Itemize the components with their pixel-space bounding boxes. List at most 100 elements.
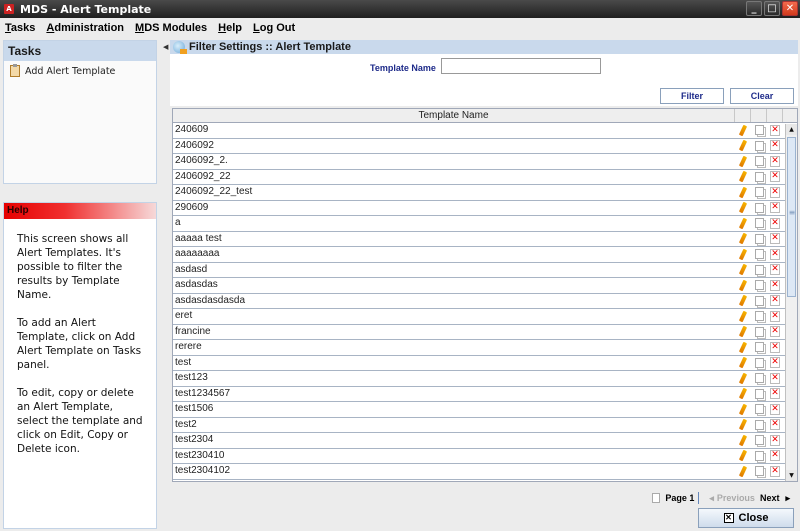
copy-button[interactable] (751, 356, 767, 371)
delete-button[interactable]: ✕ (767, 232, 783, 247)
table-row[interactable]: test2 ✕ (173, 418, 797, 433)
edit-button[interactable] (735, 263, 751, 278)
delete-button[interactable]: ✕ (767, 340, 783, 355)
table-row[interactable]: test230410 ✕ (173, 449, 797, 464)
copy-button[interactable] (751, 387, 767, 402)
edit-button[interactable] (735, 387, 751, 402)
collapse-sidebar-icon[interactable]: ◀ (163, 43, 168, 51)
edit-button[interactable] (735, 232, 751, 247)
table-row[interactable]: 240609 ✕ (173, 123, 797, 139)
table-row[interactable]: test2304102 ✕ (173, 464, 797, 480)
delete-button[interactable]: ✕ (767, 371, 783, 386)
delete-button[interactable]: ✕ (767, 216, 783, 231)
delete-button[interactable]: ✕ (767, 449, 783, 464)
copy-button[interactable] (751, 247, 767, 262)
table-row[interactable]: test ✕ (173, 356, 797, 371)
delete-button[interactable]: ✕ (767, 170, 783, 185)
edit-button[interactable] (735, 294, 751, 309)
copy-button[interactable] (751, 201, 767, 216)
table-row[interactable]: 2406092_22 ✕ (173, 170, 797, 185)
table-row[interactable]: 2406092_2. ✕ (173, 154, 797, 170)
edit-button[interactable] (735, 185, 751, 200)
delete-button[interactable]: ✕ (767, 480, 783, 482)
delete-button[interactable]: ✕ (767, 123, 783, 138)
table-row[interactable]: 290609 ✕ (173, 201, 797, 216)
table-row[interactable]: rerere ✕ (173, 340, 797, 356)
table-row[interactable]: test2304 ✕ (173, 433, 797, 449)
delete-button[interactable]: ✕ (767, 387, 783, 402)
edit-button[interactable] (735, 340, 751, 355)
table-row[interactable]: test1234567 ✕ (173, 387, 797, 402)
edit-button[interactable] (735, 247, 751, 262)
table-row[interactable]: eret ✕ (173, 309, 797, 325)
edit-button[interactable] (735, 309, 751, 324)
clear-button[interactable]: Clear (730, 88, 794, 104)
edit-button[interactable] (735, 325, 751, 340)
delete-button[interactable]: ✕ (767, 325, 783, 340)
next-arrow-icon[interactable]: ▸ (785, 493, 790, 504)
template-name-input[interactable] (441, 58, 601, 74)
previous-link[interactable]: Previous (717, 493, 755, 503)
copy-button[interactable] (751, 433, 767, 448)
edit-button[interactable] (735, 402, 751, 417)
copy-button[interactable] (751, 278, 767, 293)
edit-button[interactable] (735, 449, 751, 464)
scroll-thumb[interactable] (787, 137, 796, 297)
table-row[interactable]: test1506 ✕ (173, 402, 797, 418)
copy-button[interactable] (751, 154, 767, 169)
delete-button[interactable]: ✕ (767, 278, 783, 293)
delete-button[interactable]: ✕ (767, 464, 783, 479)
scroll-down-icon[interactable]: ▼ (786, 470, 797, 481)
table-row[interactable]: a ✕ (173, 216, 797, 232)
copy-button[interactable] (751, 480, 767, 482)
edit-button[interactable] (735, 216, 751, 231)
close-button[interactable]: ✕ Close (698, 508, 794, 528)
edit-button[interactable] (735, 278, 751, 293)
minimize-button[interactable]: _ (746, 1, 762, 16)
table-scrollbar[interactable]: ▲ ▼ (785, 124, 797, 481)
copy-button[interactable] (751, 325, 767, 340)
edit-button[interactable] (735, 123, 751, 138)
delete-button[interactable]: ✕ (767, 154, 783, 169)
table-row[interactable]: asdasdas ✕ (173, 278, 797, 294)
menu-help[interactable]: Help (218, 22, 242, 34)
menu-tasks[interactable]: Tasks (5, 22, 35, 34)
table-row[interactable]: test2406 ✕ (173, 480, 797, 482)
copy-button[interactable] (751, 232, 767, 247)
scroll-up-icon[interactable]: ▲ (786, 124, 797, 135)
edit-button[interactable] (735, 356, 751, 371)
edit-button[interactable] (735, 170, 751, 185)
window-close-button[interactable]: ✕ (782, 1, 798, 16)
menu-mds-modules[interactable]: MDS Modules (135, 22, 207, 34)
copy-button[interactable] (751, 263, 767, 278)
maximize-button[interactable]: □ (764, 1, 780, 16)
copy-button[interactable] (751, 464, 767, 479)
copy-button[interactable] (751, 402, 767, 417)
delete-button[interactable]: ✕ (767, 139, 783, 154)
table-row[interactable]: 2406092 ✕ (173, 139, 797, 154)
delete-button[interactable]: ✕ (767, 201, 783, 216)
copy-button[interactable] (751, 449, 767, 464)
table-row[interactable]: asdasdasdasda ✕ (173, 294, 797, 309)
edit-button[interactable] (735, 154, 751, 169)
delete-button[interactable]: ✕ (767, 263, 783, 278)
delete-button[interactable]: ✕ (767, 433, 783, 448)
edit-button[interactable] (735, 139, 751, 154)
next-link[interactable]: Next (760, 493, 780, 503)
copy-button[interactable] (751, 371, 767, 386)
edit-button[interactable] (735, 418, 751, 433)
table-row[interactable]: 2406092_22_test ✕ (173, 185, 797, 201)
copy-button[interactable] (751, 309, 767, 324)
edit-button[interactable] (735, 480, 751, 481)
edit-button[interactable] (735, 371, 751, 386)
copy-button[interactable] (751, 294, 767, 309)
edit-button[interactable] (735, 433, 751, 448)
table-row[interactable]: aaaaaaaa ✕ (173, 247, 797, 263)
copy-button[interactable] (751, 139, 767, 154)
delete-button[interactable]: ✕ (767, 309, 783, 324)
copy-button[interactable] (751, 418, 767, 433)
copy-button[interactable] (751, 340, 767, 355)
delete-button[interactable]: ✕ (767, 418, 783, 433)
edit-button[interactable] (735, 464, 751, 479)
table-row[interactable]: aaaaa test ✕ (173, 232, 797, 247)
